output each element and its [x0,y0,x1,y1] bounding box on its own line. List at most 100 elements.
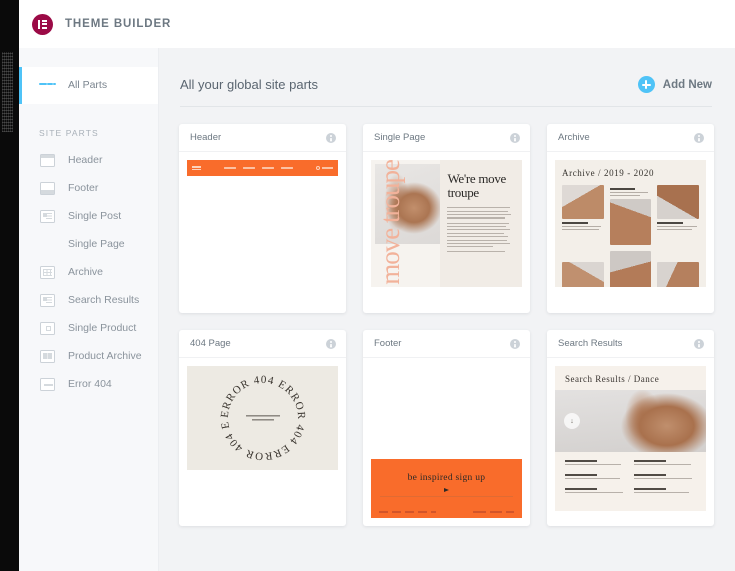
preview-photo [562,261,604,287]
window-left-edge [0,0,19,571]
card-title: Footer [374,338,402,349]
app-title: THEME BUILDER [65,18,172,30]
preview-result-list [555,452,706,495]
sidebar-item-label: Single Post [68,209,122,222]
filter-lines-icon [39,77,57,94]
sidebar-item-search-results[interactable]: Search Results [19,286,158,314]
preview-archive-cell [657,251,699,287]
elementor-logo-icon[interactable] [32,13,53,35]
card-title: 404 Page [190,338,231,349]
preview-photo [609,198,652,245]
main-header: All your global site parts Add New [173,76,718,93]
preview-circular-text: ERROR 404 ERROR 404 ERROR 404 ERROR 404 [217,372,309,464]
site-part-card-footer[interactable]: Footer be inspired sign up [363,330,530,526]
card-body: Archive / 2019 - 2020 [547,152,714,295]
preview-hero-photo: ↓ [555,390,706,452]
preview-menu [223,167,293,169]
card-body: move troupe We're move troupe [363,152,530,295]
preview-logo-icon [192,165,201,171]
preview-photo [562,185,604,219]
add-new-label: Add New [662,78,712,91]
sidebar-item-label: Single Page [68,237,125,250]
info-icon[interactable] [510,132,520,143]
card-header: Footer [363,330,530,358]
sidebar-item-all-parts[interactable]: All Parts [19,67,158,104]
site-part-card-404-page[interactable]: 404 Page ERROR 404 ERROR 404 ERROR 404 E… [179,330,346,526]
preview-caption [562,222,604,230]
info-icon[interactable] [510,338,520,349]
card-header: Single Page [363,124,530,152]
preview-result-row [565,487,696,495]
sidebar-item-single-post[interactable]: Single Post [19,202,158,230]
card-header: 404 Page [179,330,346,358]
preview-archive-cell [657,185,699,245]
preview-paragraph [447,207,513,253]
preview-result-item [634,460,696,467]
preview-footer-links [379,511,514,513]
preview-heading: We're move troupe [447,171,507,200]
preview-result-row [565,473,696,481]
plus-circle-icon [637,76,655,93]
sidebar-item-footer[interactable]: Footer [19,174,158,202]
preview-navbar [187,160,338,176]
sidebar-item-single-page[interactable]: Single Page [19,230,158,258]
site-parts-grid: Header Single Page move troupe We're mov… [173,124,718,526]
preview-search-title: Search Results / Dance [565,374,660,384]
preview-result-row [565,460,696,467]
card-header: Archive [547,124,714,152]
preview-center-text [245,415,280,421]
card-body: Search Results / Dance ↓ [547,358,714,519]
product-archive-icon [39,348,56,365]
sidebar-item-label: Archive [68,265,104,278]
site-part-card-header[interactable]: Header [179,124,346,313]
preview-header [187,160,338,305]
info-icon[interactable] [694,132,704,143]
add-new-button[interactable]: Add New [637,76,712,93]
archive-grid-icon [39,264,56,281]
preview-result-item [634,487,696,495]
preview-hero-left: move troupe [371,160,441,287]
sidebar-item-single-product[interactable]: Single Product [19,314,158,342]
info-icon[interactable] [326,132,336,143]
main-content: All your global site parts Add New Heade… [159,48,735,571]
site-part-card-search-results[interactable]: Search Results Search Results / Dance ↓ [547,330,714,526]
preview-archive-cell [562,251,604,287]
header-layout-icon [39,152,56,169]
preview-footer: be inspired sign up [371,366,522,518]
info-icon[interactable] [694,338,704,349]
card-body: be inspired sign up [363,358,530,526]
preview-signup-block: be inspired sign up [371,459,522,518]
info-icon[interactable] [326,338,336,349]
preview-text-column: We're move troupe [440,160,522,287]
edge-texture [2,52,13,132]
card-title: Archive [558,132,590,143]
sidebar-item-label: Footer [68,181,99,194]
preview-result-item [565,473,627,481]
error-404-icon [39,376,56,393]
preview-archive-title: Archive / 2019 - 2020 [562,168,655,178]
preview-signup-headline: be inspired sign up [407,473,486,483]
card-body [179,152,346,313]
preview-archive-grid [562,185,699,287]
preview-result-item [634,473,696,481]
sidebar-item-archive[interactable]: Archive [19,258,158,286]
sidebar-item-label: Single Product [68,321,137,334]
site-part-card-archive[interactable]: Archive Archive / 2019 - 2020 [547,124,714,313]
sidebar-item-product-archive[interactable]: Product Archive [19,342,158,370]
sidebar-item-label: All Parts [68,79,108,92]
card-header: Search Results [547,330,714,358]
preview-archive-cell [609,185,652,245]
sidebar: All Parts SITE PARTS Header Footer Singl… [19,48,159,571]
single-post-icon [39,208,56,225]
sidebar-item-error-404[interactable]: Error 404 [19,370,158,398]
preview-caption [657,222,699,230]
preview-photo [609,250,652,287]
preview-error-404: ERROR 404 ERROR 404 ERROR 404 ERROR 404 [187,366,338,470]
preview-archive-cell [562,185,604,245]
preview-archive: Archive / 2019 - 2020 [555,160,706,287]
header-divider [180,106,712,107]
site-part-card-single-page[interactable]: Single Page move troupe We're move troup… [363,124,530,313]
preview-search-icon [315,166,333,170]
sidebar-item-header[interactable]: Header [19,146,158,174]
sidebar-item-label: Search Results [68,293,140,306]
